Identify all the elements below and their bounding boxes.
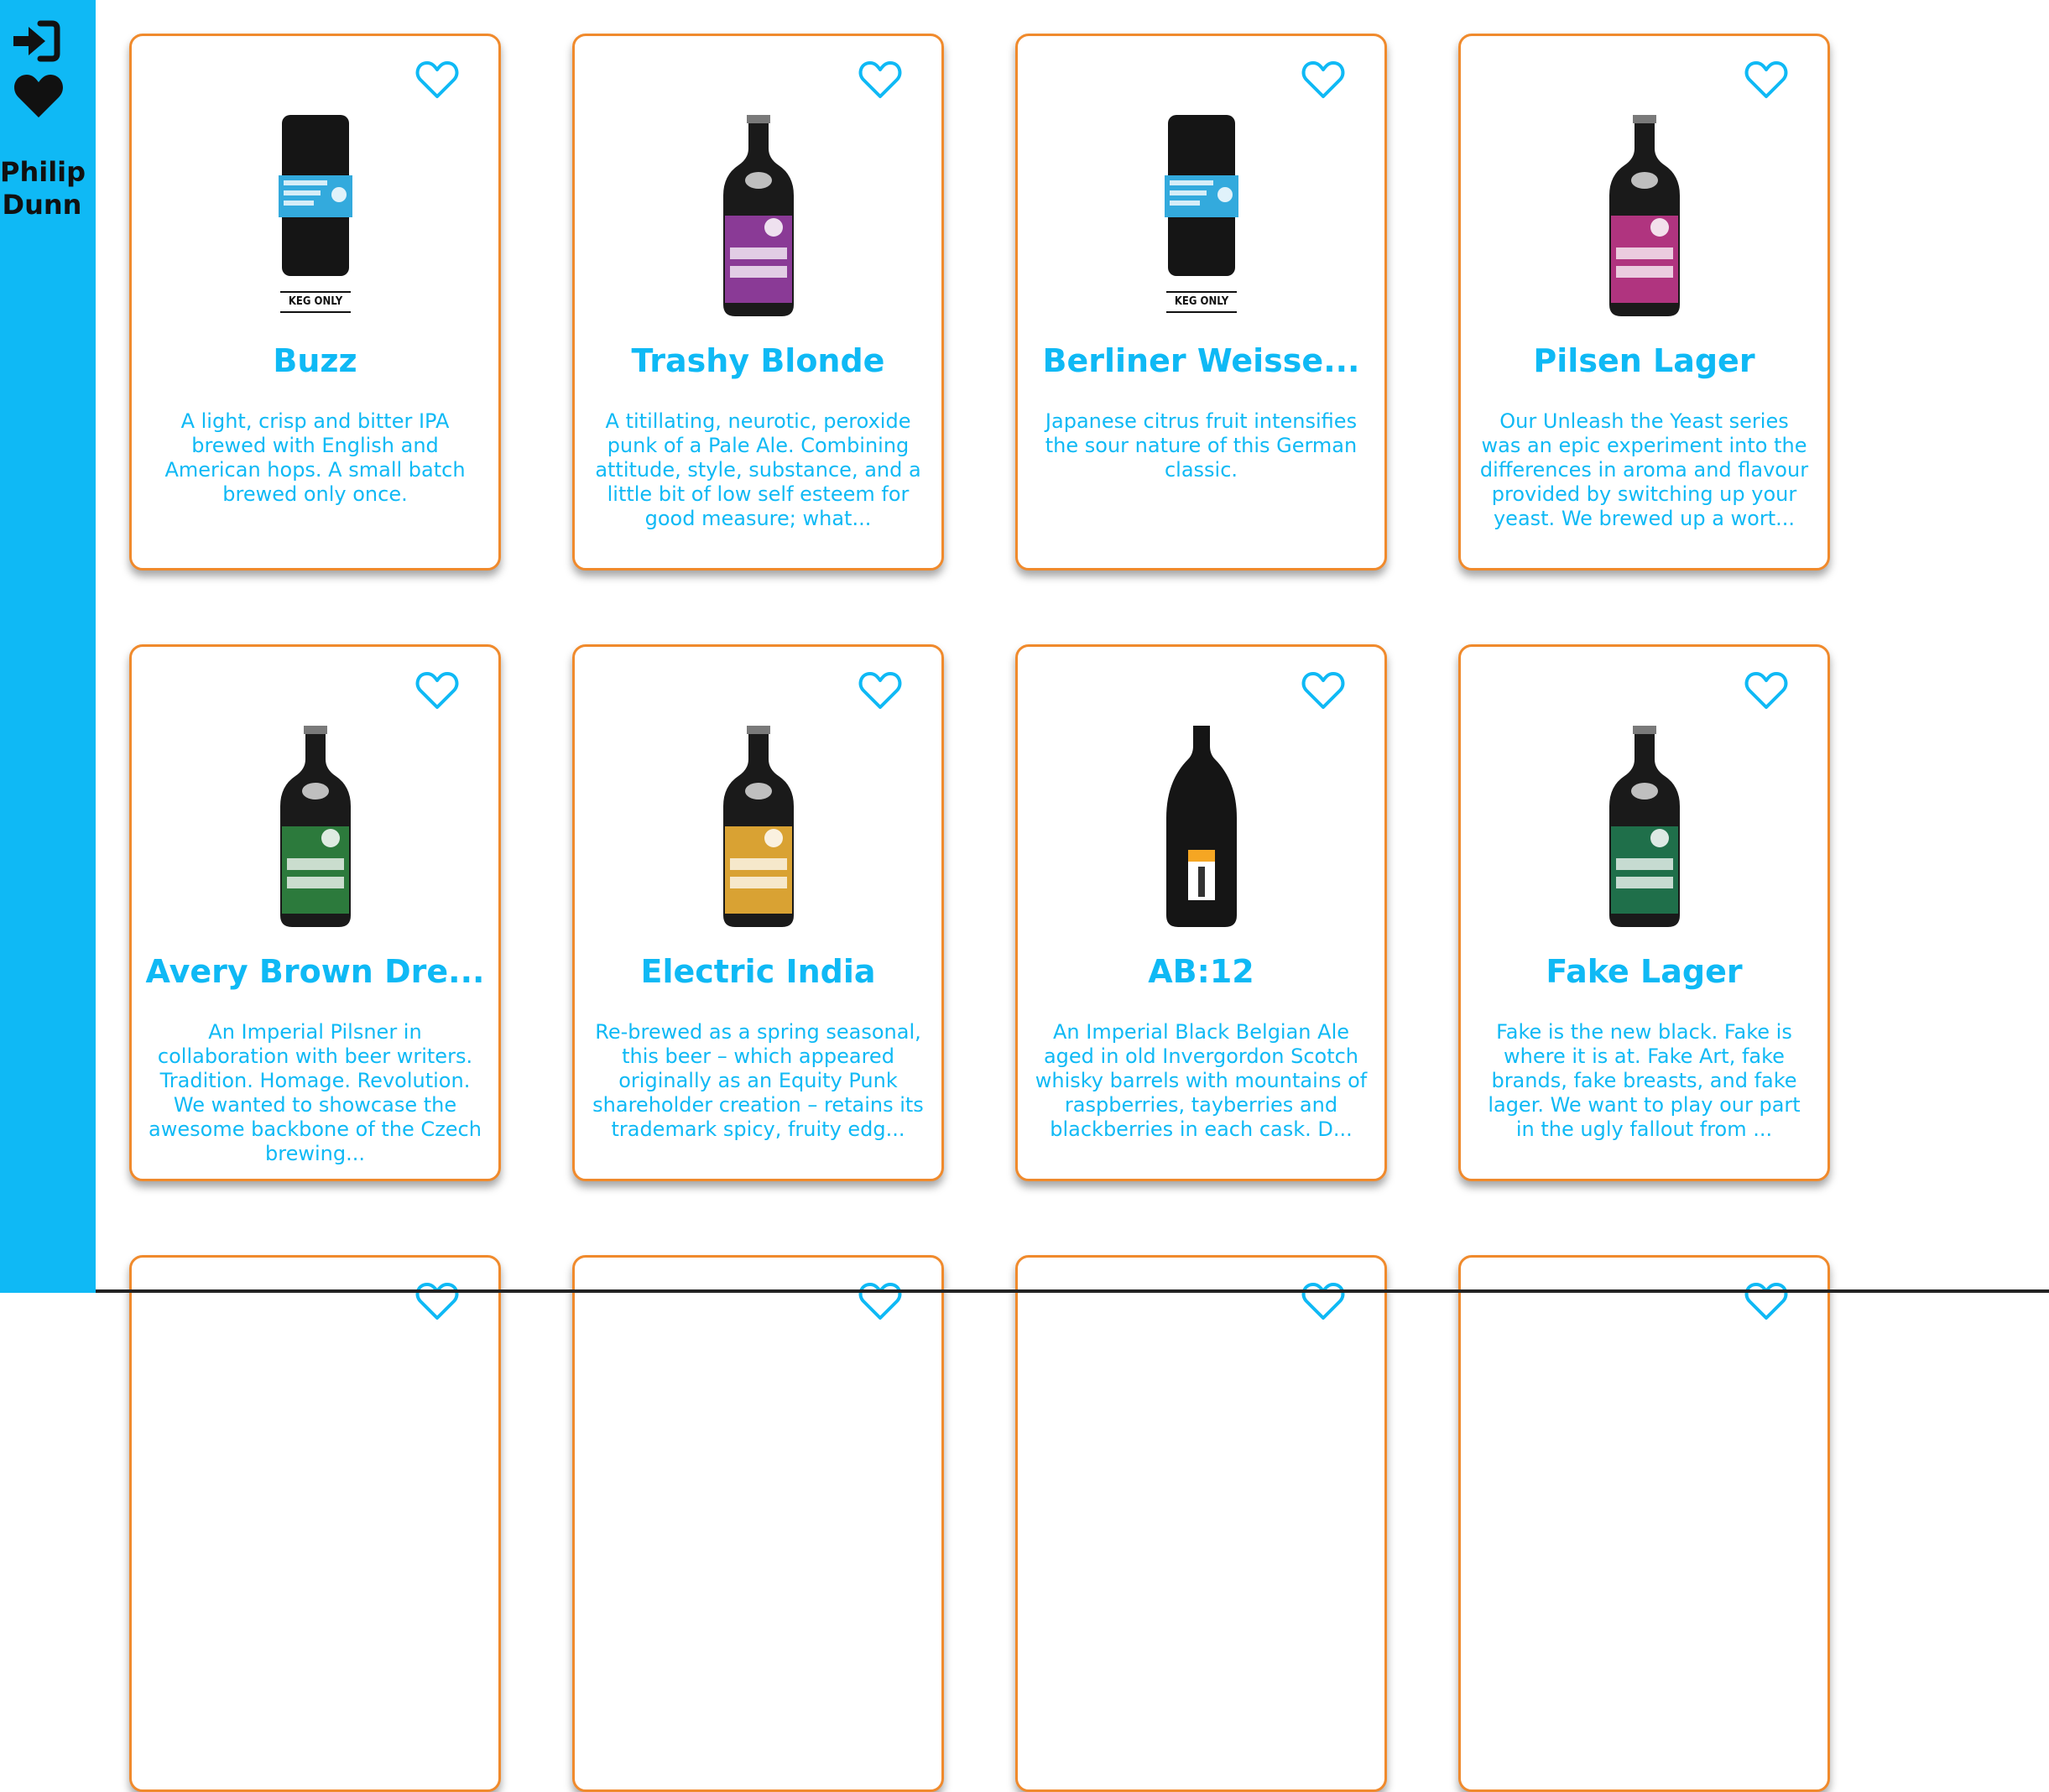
beer-bottle-image (1161, 726, 1242, 930)
keg-image: KEG ONLY (275, 115, 356, 320)
favorite-heart-icon[interactable] (858, 670, 902, 711)
beer-card[interactable]: Avery Brown Dre... An Imperial Pilsner in… (129, 644, 501, 1181)
beer-name[interactable]: Avery Brown Dre... (132, 953, 498, 990)
beer-description: Fake is the new black. Fake is where it … (1488, 1020, 1801, 1141)
sidebar: Philip Dunn (0, 0, 96, 1293)
beer-name[interactable]: AB:12 (1018, 953, 1384, 990)
favorite-heart-icon[interactable] (1301, 60, 1345, 100)
beer-card[interactable]: Trashy Blonde A titillating, neurotic, pe… (572, 34, 944, 570)
user-first-name: Philip (0, 156, 86, 188)
user-last-name: Dunn (2, 189, 82, 221)
beer-description: A titillating, neurotic, peroxide punk o… (595, 409, 921, 530)
favorite-heart-icon[interactable] (1744, 1281, 1788, 1321)
beer-card[interactable] (572, 1255, 944, 1792)
favorite-heart-icon[interactable] (858, 1281, 902, 1321)
beer-card[interactable]: Pilsen Lager Our Unleash the Yeast series… (1458, 34, 1830, 570)
favorites-heart-icon[interactable] (13, 72, 64, 119)
beer-bottle-image (1604, 726, 1685, 930)
login-icon[interactable] (12, 20, 60, 62)
favorite-heart-icon[interactable] (1744, 670, 1788, 711)
beer-description: Re-brewed as a spring seasonal, this bee… (592, 1020, 924, 1141)
beer-name[interactable]: Buzz (132, 342, 498, 379)
beer-description: Japanese citrus fruit intensifies the so… (1045, 409, 1358, 482)
beer-name[interactable]: Fake Lager (1461, 953, 1827, 990)
beer-name[interactable]: Electric India (575, 953, 941, 990)
beer-card[interactable]: KEG ONLY Buzz A light, crisp and bitter IP… (129, 34, 501, 570)
divider (96, 1289, 2049, 1293)
svg-text:KEG ONLY: KEG ONLY (1174, 295, 1228, 308)
beer-name[interactable]: Trashy Blonde (575, 342, 941, 379)
keg-image: KEG ONLY (1161, 115, 1242, 320)
beer-card[interactable]: Fake Lager Fake is the new black. Fake is… (1458, 644, 1830, 1181)
favorite-heart-icon[interactable] (1744, 60, 1788, 100)
beer-card[interactable]: Electric India Re-brewed as a spring seas… (572, 644, 944, 1181)
favorite-heart-icon[interactable] (1301, 1281, 1345, 1321)
beer-bottle-image (1604, 115, 1685, 320)
favorite-heart-icon[interactable] (415, 670, 459, 711)
favorite-heart-icon[interactable] (415, 1281, 459, 1321)
favorite-heart-icon[interactable] (415, 60, 459, 100)
beer-description: An Imperial Pilsner in collaboration wit… (149, 1020, 482, 1165)
beer-bottle-image (275, 726, 356, 930)
beer-description: An Imperial Black Belgian Ale aged in ol… (1035, 1020, 1368, 1141)
beer-bottle-image (718, 115, 799, 320)
beer-card[interactable]: KEG ONLY Berliner Weisse... Japanese citru… (1015, 34, 1387, 570)
svg-text:KEG ONLY: KEG ONLY (288, 295, 342, 308)
beer-card[interactable]: AB:12 An Imperial Black Belgian Ale aged … (1015, 644, 1387, 1181)
user-name: Philip Dunn (0, 156, 86, 221)
beer-card[interactable] (1458, 1255, 1830, 1792)
beer-card[interactable] (129, 1255, 501, 1792)
beer-name[interactable]: Berliner Weisse... (1018, 342, 1384, 379)
beer-description: Our Unleash the Yeast series was an epic… (1479, 409, 1809, 530)
beer-bottle-image (718, 726, 799, 930)
favorite-heart-icon[interactable] (1301, 670, 1345, 711)
beer-name[interactable]: Pilsen Lager (1461, 342, 1827, 379)
favorite-heart-icon[interactable] (858, 60, 902, 100)
beer-card[interactable] (1015, 1255, 1387, 1792)
beer-description: A light, crisp and bitter IPA brewed wit… (164, 409, 466, 506)
